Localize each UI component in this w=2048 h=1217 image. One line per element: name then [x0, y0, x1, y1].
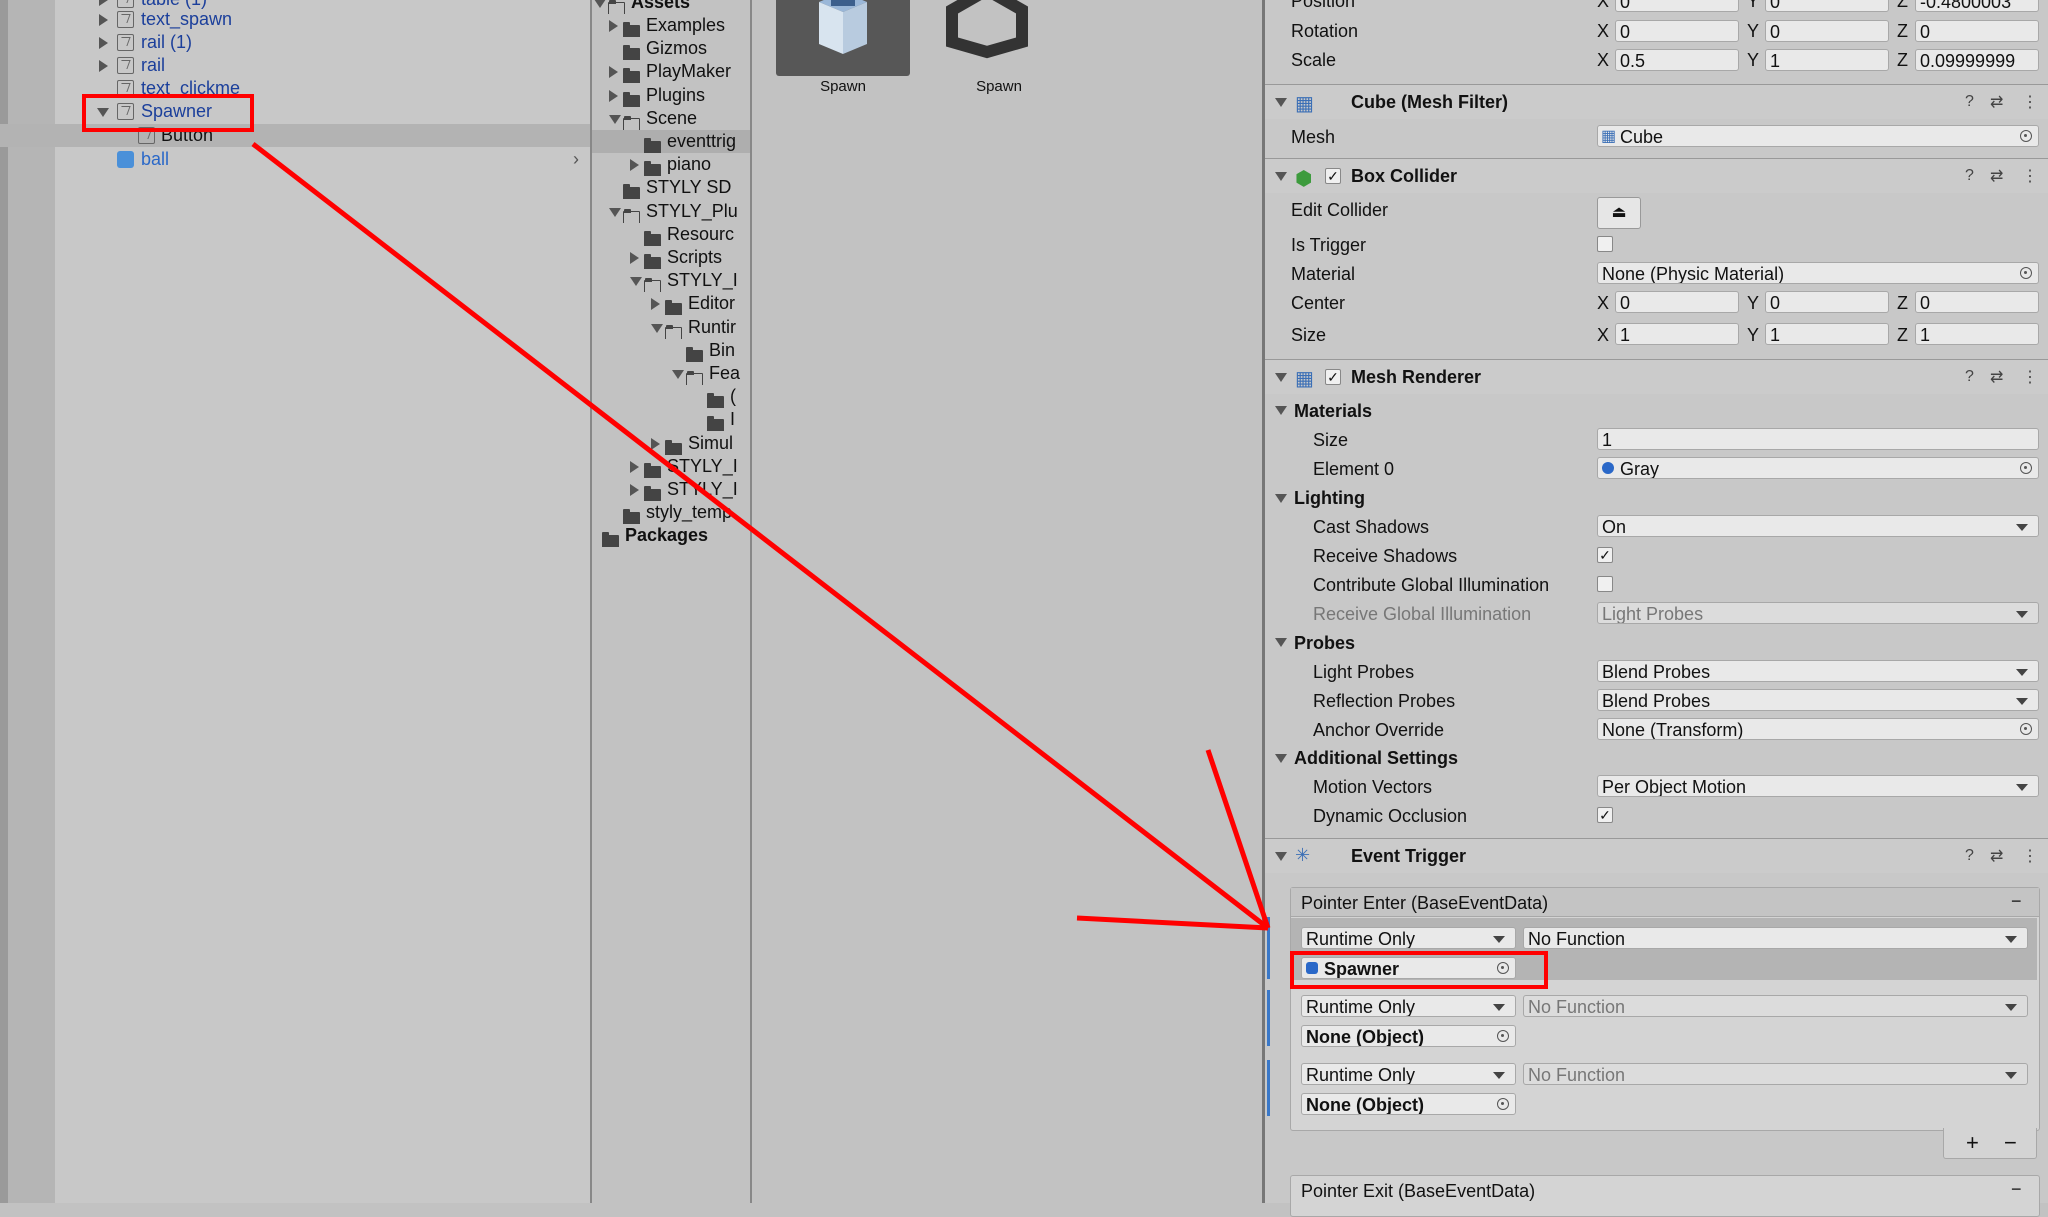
annotation-arrow [251, 142, 1271, 931]
